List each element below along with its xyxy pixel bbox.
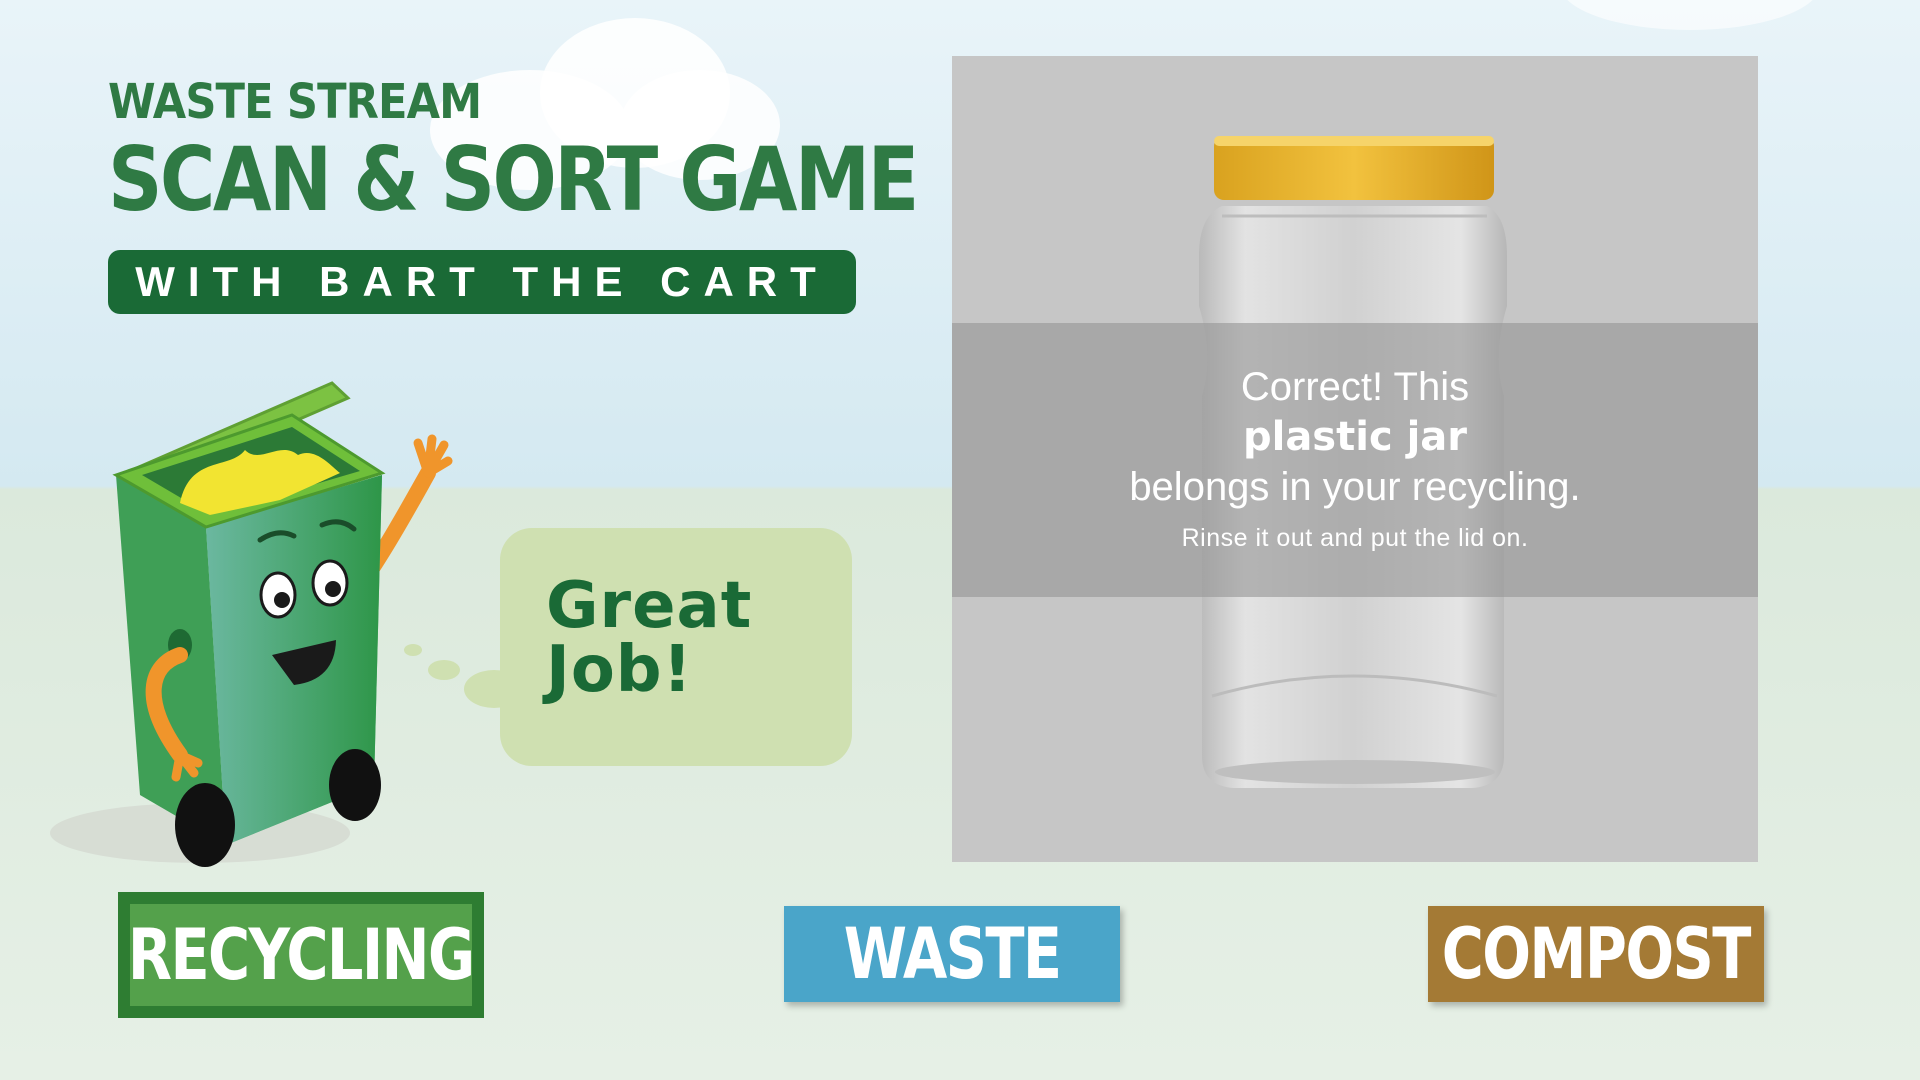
waste-button-label: WASTE (843, 913, 1062, 995)
recycling-button[interactable]: RECYCLING (118, 892, 484, 1018)
bubble-tail-dot-medium (428, 660, 460, 680)
speech-line-2: Job! (546, 633, 693, 707)
bubble-tail-dot-small (404, 644, 422, 656)
game-title: WASTE STREAM SCAN & SORT GAME WITH BART … (108, 74, 919, 314)
green-recycling-cart-icon (50, 381, 453, 867)
title-line-2: SCAN & SORT GAME (108, 128, 919, 231)
feedback-tip: Rinse it out and put the lid on. (1181, 524, 1529, 552)
compost-button-label: COMPOST (1442, 913, 1752, 995)
speech-bubble: Great Job! (500, 528, 852, 766)
feedback-item-name: plastic jar (1242, 414, 1468, 460)
recycling-button-inner: RECYCLING (128, 904, 475, 1006)
compost-button[interactable]: COMPOST (1428, 906, 1764, 1002)
speech-line-1: Great (546, 569, 753, 643)
speech-text: Great Job! (546, 574, 752, 702)
subtitle-banner: WITH BART THE CART (108, 250, 856, 314)
cloud-4 (1560, 0, 1820, 30)
waste-button[interactable]: WASTE (784, 906, 1120, 1002)
recycling-button-label: RECYCLING (128, 914, 475, 996)
scanned-item-panel: Correct! This plastic jar belongs in you… (952, 56, 1758, 862)
bart-the-cart-mascot (30, 355, 470, 875)
feedback-line-1: Correct! This (1240, 365, 1470, 409)
title-line-1: WASTE STREAM (108, 74, 482, 130)
feedback-overlay: Correct! This plastic jar belongs in you… (952, 323, 1758, 597)
feedback-line-2: belongs in your recycling. (1129, 465, 1581, 509)
subtitle-text: WITH BART THE CART (135, 258, 829, 305)
